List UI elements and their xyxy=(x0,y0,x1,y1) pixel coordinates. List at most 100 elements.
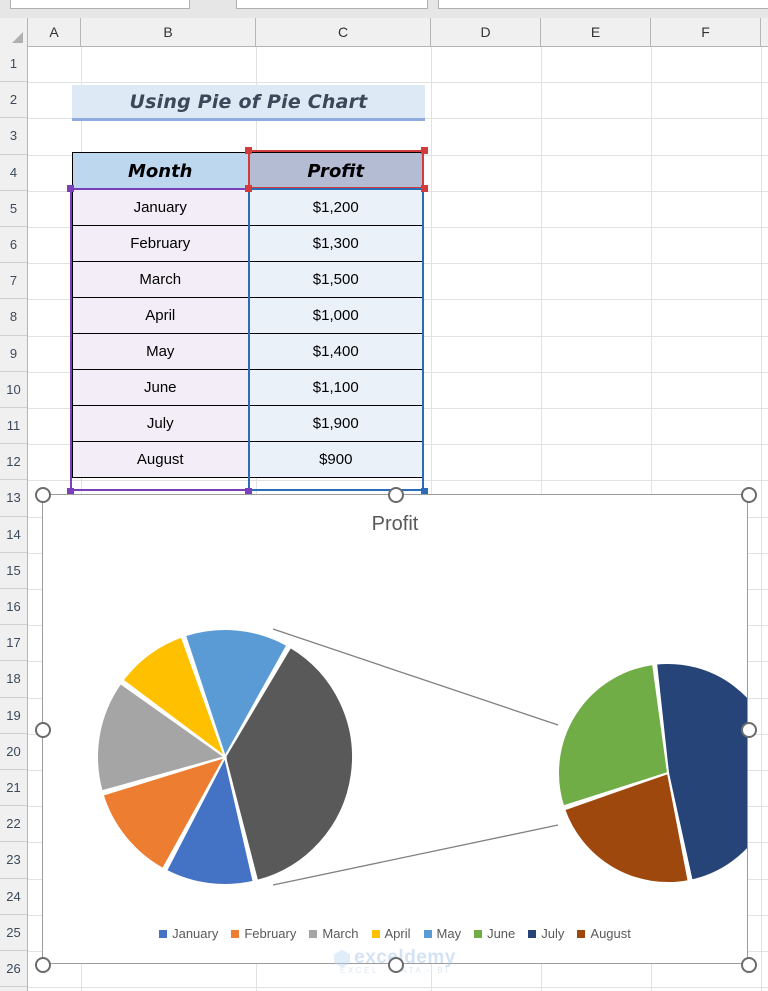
row-header-24[interactable]: 24 xyxy=(0,878,27,915)
row-header-19[interactable]: 19 xyxy=(0,697,27,734)
cell-profit[interactable]: $1,000 xyxy=(247,297,424,334)
column-header-d[interactable]: D xyxy=(431,18,541,46)
cell-month[interactable]: July xyxy=(72,405,249,442)
row-header-5[interactable]: 5 xyxy=(0,190,27,227)
cell-month[interactable]: January xyxy=(72,189,249,226)
row-header-16[interactable]: 16 xyxy=(0,589,27,626)
chart-resize-handle[interactable] xyxy=(388,957,404,973)
table-row: August $900 xyxy=(72,441,424,478)
row-header-9[interactable]: 9 xyxy=(0,335,27,372)
row-header-12[interactable]: 12 xyxy=(0,444,27,481)
chart-resize-handle[interactable] xyxy=(741,487,757,503)
column-header-c[interactable]: C xyxy=(256,18,431,46)
legend-swatch-icon xyxy=(371,929,380,938)
table-header-row: Month Profit xyxy=(72,152,424,190)
row-header-22[interactable]: 22 xyxy=(0,806,27,843)
table-row: July $1,900 xyxy=(72,405,424,442)
legend-item-july[interactable]: July xyxy=(528,926,564,941)
cell-profit[interactable]: $1,300 xyxy=(247,225,424,262)
column-header-profit[interactable]: Profit xyxy=(247,152,424,190)
cell-profit[interactable]: $1,200 xyxy=(247,189,424,226)
column-header-b[interactable]: B xyxy=(81,18,256,46)
cell-month[interactable]: May xyxy=(72,333,249,370)
row-header-13[interactable]: 13 xyxy=(0,480,27,517)
legend-label: February xyxy=(244,926,297,941)
row-header-2[interactable]: 2 xyxy=(0,82,27,119)
legend-label: May xyxy=(436,926,462,941)
chart-plot-area xyxy=(95,628,747,886)
column-header-e[interactable]: E xyxy=(541,18,651,46)
column-header-a[interactable]: A xyxy=(28,18,81,46)
table-row: January $1,200 xyxy=(72,189,424,226)
row-header-14[interactable]: 14 xyxy=(0,516,27,553)
row-header-column: 1 2 3 4 5 6 7 8 9 10 11 12 13 14 15 16 17 18 19 20 21 22 23 24 2… xyxy=(0,46,28,991)
column-header-month[interactable]: Month xyxy=(72,152,249,190)
column-header-f[interactable]: F xyxy=(651,18,761,46)
row-header-21[interactable]: 21 xyxy=(0,770,27,807)
row-header-10[interactable]: 10 xyxy=(0,371,27,408)
cell-profit[interactable]: $1,500 xyxy=(247,261,424,298)
chart-title[interactable]: Profit xyxy=(43,513,747,536)
row-header-11[interactable]: 11 xyxy=(0,408,27,445)
selection-handle[interactable] xyxy=(421,185,428,192)
row-header-7[interactable]: 7 xyxy=(0,263,27,300)
legend-label: January xyxy=(172,926,219,941)
row-header-25[interactable]: 25 xyxy=(0,914,27,951)
selection-handle[interactable] xyxy=(245,147,252,154)
selection-handle[interactable] xyxy=(421,147,428,154)
cell-profit[interactable]: $1,900 xyxy=(247,405,424,442)
row-header-1[interactable]: 1 xyxy=(0,46,27,83)
legend-swatch-icon xyxy=(231,929,240,938)
row-header-6[interactable]: 6 xyxy=(0,227,27,264)
legend-item-february[interactable]: February xyxy=(231,926,296,941)
row-header-3[interactable]: 3 xyxy=(0,118,27,155)
legend-item-april[interactable]: April xyxy=(371,926,411,941)
sheet-title-text: Using Pie of Pie Chart xyxy=(129,90,368,113)
cell-month[interactable]: June xyxy=(72,369,249,406)
cell-profit[interactable]: $1,400 xyxy=(247,333,424,370)
excel-worksheet: ABCDEF 1 2 3 4 5 6 7 8 9 10 11 12 13 14 15 16 17 18 19 20 21… xyxy=(0,0,768,991)
legend-item-march[interactable]: March xyxy=(309,926,359,941)
row-header-17[interactable]: 17 xyxy=(0,625,27,662)
chart-resize-handle[interactable] xyxy=(35,722,51,738)
selection-handle[interactable] xyxy=(245,185,252,192)
ribbon-group-1 xyxy=(10,0,190,9)
row-header-20[interactable]: 20 xyxy=(0,733,27,770)
chart-resize-handle[interactable] xyxy=(741,957,757,973)
chart-legend[interactable]: January February March April May June July Augu… xyxy=(43,926,747,941)
selection-handle[interactable] xyxy=(67,185,74,192)
legend-label: April xyxy=(384,926,411,941)
legend-item-may[interactable]: May xyxy=(423,926,462,941)
row-header-4[interactable]: 4 xyxy=(0,154,27,191)
cell-month[interactable]: February xyxy=(72,225,249,262)
cell-month[interactable]: August xyxy=(72,441,249,478)
legend-swatch-icon xyxy=(577,929,586,938)
row-header-8[interactable]: 8 xyxy=(0,299,27,336)
row-header-15[interactable]: 15 xyxy=(0,552,27,589)
legend-swatch-icon xyxy=(474,929,483,938)
pie-of-pie-chart[interactable]: Profit January February March April May June J… xyxy=(35,487,757,975)
gridline-horizontal xyxy=(28,480,768,482)
chart-resize-handle[interactable] xyxy=(388,487,404,503)
row-header-23[interactable]: 23 xyxy=(0,842,27,879)
legend-item-august[interactable]: August xyxy=(577,926,631,941)
cell-month[interactable]: April xyxy=(72,297,249,334)
gridline-horizontal xyxy=(28,82,768,84)
cell-profit[interactable]: $1,100 xyxy=(247,369,424,406)
cell-month[interactable]: March xyxy=(72,261,249,298)
table-row: March $1,500 xyxy=(72,261,424,298)
row-header-26[interactable]: 26 xyxy=(0,951,27,988)
legend-item-january[interactable]: January xyxy=(159,926,218,941)
legend-item-june[interactable]: June xyxy=(474,926,515,941)
chart-resize-handle[interactable] xyxy=(35,957,51,973)
ribbon-group-3 xyxy=(438,0,768,9)
ribbon-stub xyxy=(0,0,768,18)
table-row: April $1,000 xyxy=(72,297,424,334)
cell-profit[interactable]: $900 xyxy=(247,441,424,478)
chart-resize-handle[interactable] xyxy=(35,487,51,503)
legend-label: July xyxy=(541,926,565,941)
chart-resize-handle[interactable] xyxy=(741,722,757,738)
legend-label: June xyxy=(487,926,516,941)
row-header-18[interactable]: 18 xyxy=(0,661,27,698)
select-all-corner[interactable] xyxy=(0,18,28,46)
